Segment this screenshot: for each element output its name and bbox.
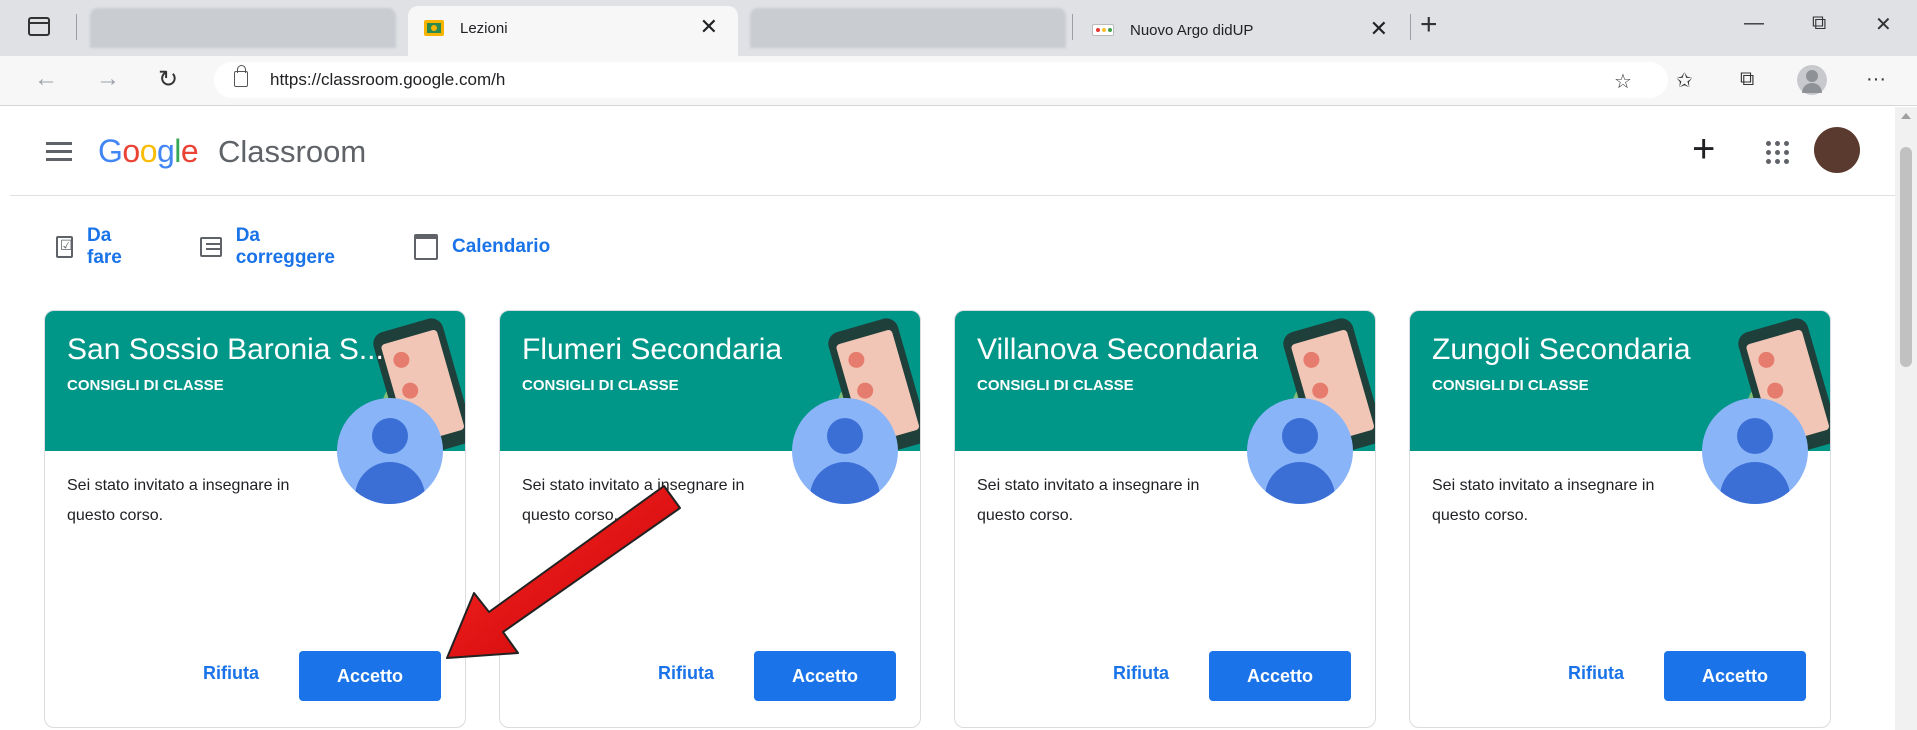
course-section: CONSIGLI DI CLASSE bbox=[977, 377, 1134, 394]
accept-button[interactable]: Accetto bbox=[299, 651, 441, 701]
course-card[interactable]: Zungoli Secondaria CONSIGLI DI CLASSE Se… bbox=[1409, 310, 1831, 728]
url-text[interactable]: https://classroom.google.com/h bbox=[270, 70, 505, 90]
google-classroom-icon bbox=[424, 20, 444, 36]
close-window-button[interactable]: ✕ bbox=[1875, 12, 1892, 37]
teacher-avatar bbox=[792, 398, 898, 504]
tab-actions-icon[interactable] bbox=[28, 17, 50, 36]
argo-icon bbox=[1092, 24, 1114, 36]
subnav-label: Da fare bbox=[87, 225, 122, 268]
course-section: CONSIGLI DI CLASSE bbox=[67, 377, 224, 394]
invite-message: Sei stato invitato a insegnare in questo… bbox=[977, 477, 1200, 524]
new-tab-button[interactable]: + bbox=[1420, 10, 1438, 40]
tab-lezioni[interactable]: Lezioni ✕ bbox=[408, 6, 738, 56]
lock-icon[interactable] bbox=[234, 65, 248, 87]
accept-button[interactable]: Accetto bbox=[1209, 651, 1351, 701]
course-title[interactable]: Villanova Secondaria bbox=[977, 333, 1258, 367]
app-header: Google Classroom + bbox=[10, 107, 1895, 196]
subnav-calendar[interactable]: Calendario bbox=[414, 227, 550, 267]
tab-separator bbox=[76, 14, 77, 40]
tab-separator bbox=[1410, 14, 1411, 40]
course-title[interactable]: Zungoli Secondaria bbox=[1432, 333, 1691, 367]
tab-close-icon[interactable]: ✕ bbox=[700, 16, 718, 38]
tab-separator bbox=[1072, 14, 1073, 40]
url-field[interactable]: https://classroom.google.com/h ☆ bbox=[214, 62, 1668, 98]
tab-title: Nuovo Argo didUP bbox=[1130, 22, 1254, 39]
todo-icon bbox=[56, 236, 73, 258]
reject-button[interactable]: Rifiuta bbox=[203, 663, 259, 684]
subnav-label: Calendario bbox=[452, 236, 551, 257]
menu-icon[interactable] bbox=[46, 142, 72, 162]
profile-icon[interactable] bbox=[1797, 65, 1827, 95]
course-section: CONSIGLI DI CLASSE bbox=[522, 377, 679, 394]
invite-message: Sei stato invitato a insegnare in questo… bbox=[522, 477, 745, 524]
reject-button[interactable]: Rifiuta bbox=[1568, 663, 1624, 684]
course-card[interactable]: Flumeri Secondaria CONSIGLI DI CLASSE Se… bbox=[499, 310, 921, 728]
back-icon[interactable]: ← bbox=[34, 65, 58, 93]
course-title[interactable]: Flumeri Secondaria bbox=[522, 333, 782, 367]
course-title[interactable]: San Sossio Baronia S... bbox=[67, 333, 384, 367]
minimize-button[interactable]: — bbox=[1744, 12, 1764, 35]
invite-message: Sei stato invitato a insegnare in questo… bbox=[67, 477, 290, 524]
tab-argo-didup[interactable]: Nuovo Argo didUP ✕ bbox=[1078, 8, 1408, 52]
collections-icon[interactable]: ⧉ bbox=[1740, 68, 1754, 91]
teacher-avatar bbox=[337, 398, 443, 504]
course-section: CONSIGLI DI CLASSE bbox=[1432, 377, 1589, 394]
favorites-add-icon[interactable]: ☆ bbox=[1614, 69, 1632, 94]
scroll-up-icon[interactable] bbox=[1901, 113, 1911, 119]
subnav-label: Da correggere bbox=[235, 225, 335, 268]
address-bar-row: ← → ↻ https://classroom.google.com/h ☆ ✩… bbox=[0, 56, 1917, 106]
favorites-icon[interactable]: ✩ bbox=[1676, 68, 1693, 93]
more-icon[interactable]: ··· bbox=[1866, 68, 1886, 91]
browser-tab-strip: Lezioni ✕ Nuovo Argo didUP ✕ + — ⧉ ✕ bbox=[0, 0, 1917, 56]
course-card[interactable]: Villanova Secondaria CONSIGLI DI CLASSE … bbox=[954, 310, 1376, 728]
accept-button[interactable]: Accetto bbox=[754, 651, 896, 701]
tab-redacted[interactable] bbox=[750, 8, 1066, 48]
product-name[interactable]: Classroom bbox=[218, 134, 366, 170]
subnav-todo[interactable]: Da fare bbox=[56, 225, 129, 268]
reject-button[interactable]: Rifiuta bbox=[1113, 663, 1169, 684]
reject-button[interactable]: Rifiuta bbox=[658, 663, 714, 684]
review-icon bbox=[200, 237, 222, 257]
restore-button[interactable]: ⧉ bbox=[1812, 12, 1826, 35]
page-scrollbar[interactable] bbox=[1895, 107, 1917, 730]
calendar-icon bbox=[414, 234, 438, 260]
add-course-button[interactable]: + bbox=[1692, 129, 1715, 169]
scrollbar-thumb[interactable] bbox=[1900, 147, 1912, 367]
reload-icon[interactable]: ↻ bbox=[158, 65, 178, 94]
tab-title: Lezioni bbox=[460, 20, 508, 37]
teacher-avatar bbox=[1702, 398, 1808, 504]
google-logo[interactable]: Google bbox=[98, 133, 199, 170]
tab-redacted[interactable] bbox=[90, 8, 396, 48]
classroom-page: Google Classroom + Da fare Da correggere… bbox=[0, 107, 1895, 730]
accept-button[interactable]: Accetto bbox=[1664, 651, 1806, 701]
apps-icon[interactable] bbox=[1766, 141, 1790, 165]
invite-message: Sei stato invitato a insegnare in questo… bbox=[1432, 477, 1655, 524]
account-avatar[interactable] bbox=[1814, 127, 1860, 173]
subnav-review[interactable]: Da correggere bbox=[200, 225, 339, 268]
tab-close-icon[interactable]: ✕ bbox=[1370, 18, 1388, 40]
forward-icon[interactable]: → bbox=[96, 65, 120, 93]
course-card[interactable]: San Sossio Baronia S... CONSIGLI DI CLAS… bbox=[44, 310, 466, 728]
teacher-avatar bbox=[1247, 398, 1353, 504]
